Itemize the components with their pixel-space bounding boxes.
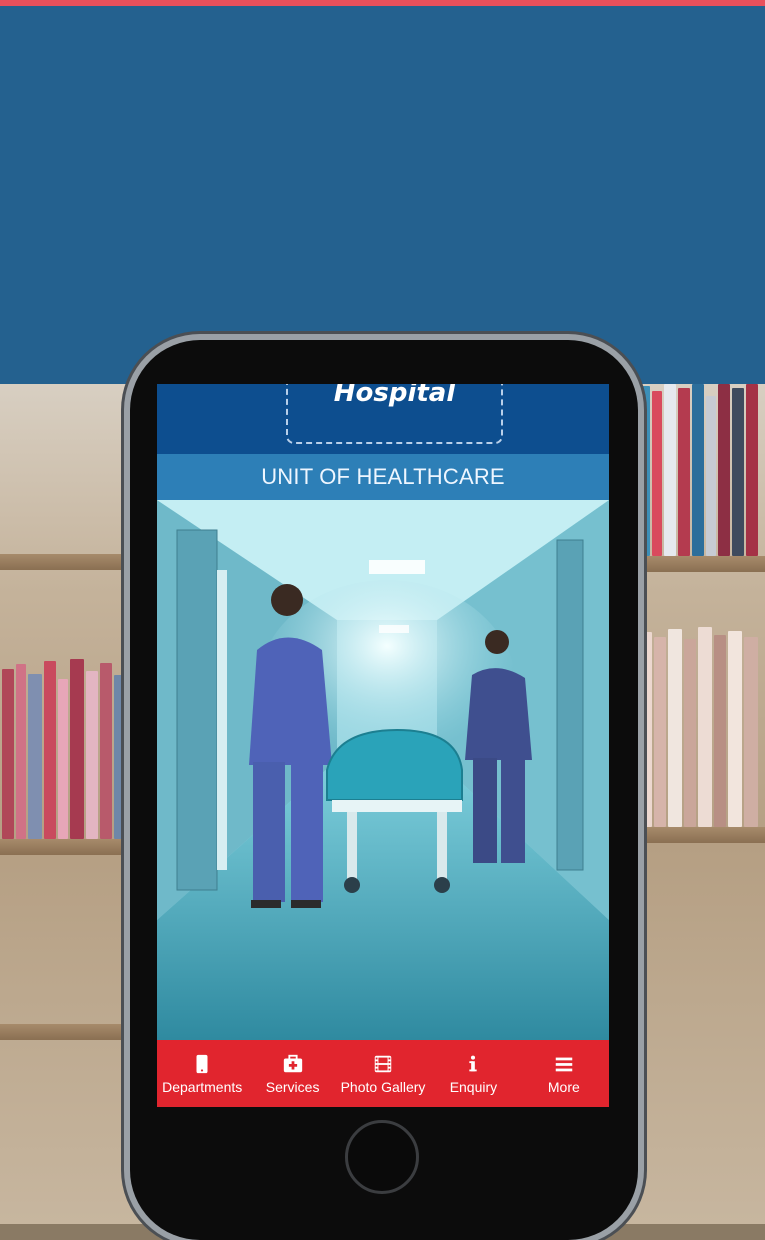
logo-text: Hospital xyxy=(333,384,456,408)
shelf xyxy=(0,839,132,855)
subtitle-text: UNIT OF HEALTHCARE xyxy=(261,464,505,489)
menu-icon xyxy=(555,1057,573,1071)
right-books-bottom xyxy=(636,624,765,827)
medical-kit-icon xyxy=(283,1054,302,1072)
nav-label: Enquiry xyxy=(449,1078,498,1095)
bottom-nav: Departments Services Photo Gallery Enqui… xyxy=(157,1040,609,1107)
logo-box: Hospital xyxy=(286,384,503,444)
info-icon xyxy=(469,1055,478,1071)
home-button[interactable] xyxy=(345,1120,419,1194)
header-banner xyxy=(0,6,765,384)
nav-departments[interactable]: Departments xyxy=(157,1040,247,1107)
app-header: Hospital xyxy=(157,384,609,454)
nav-more[interactable]: More xyxy=(519,1040,609,1107)
tablet-icon xyxy=(196,1054,208,1073)
nav-label: Photo Gallery xyxy=(340,1078,426,1095)
shelf xyxy=(0,554,132,570)
film-icon xyxy=(374,1055,392,1072)
right-books-top xyxy=(636,384,765,556)
nav-services[interactable]: Services xyxy=(247,1040,337,1107)
nav-photo-gallery[interactable]: Photo Gallery xyxy=(338,1040,428,1107)
nav-label: More xyxy=(547,1078,580,1095)
app-screen: Hospital UNIT OF HEALTHCARE Departments … xyxy=(157,384,609,1107)
left-books xyxy=(0,654,132,839)
nav-label: Departments xyxy=(162,1078,243,1095)
nav-enquiry[interactable]: Enquiry xyxy=(428,1040,518,1107)
shelf xyxy=(636,556,765,572)
hero-image xyxy=(157,500,609,1040)
shelf xyxy=(636,827,765,843)
shelf xyxy=(0,1024,132,1040)
subtitle-bar: UNIT OF HEALTHCARE xyxy=(157,454,609,500)
hospital-corridor-illustration xyxy=(157,500,609,1040)
nav-label: Services xyxy=(265,1078,320,1095)
